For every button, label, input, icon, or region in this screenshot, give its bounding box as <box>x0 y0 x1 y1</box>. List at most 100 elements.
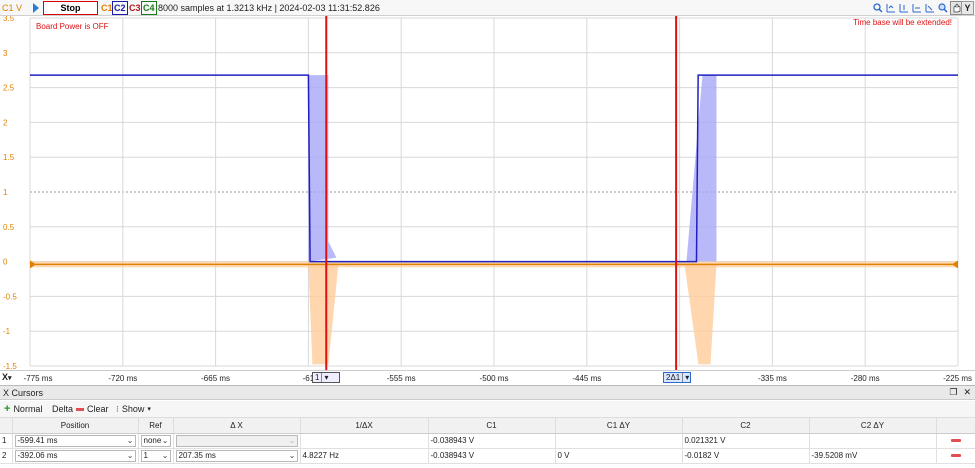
col-c1-dy[interactable]: C1 ΔY <box>555 418 683 434</box>
channel-axis-label[interactable]: C1 V <box>2 0 22 16</box>
chevron-down-icon: ⌄ <box>288 435 296 445</box>
col-c1[interactable]: C1 <box>428 418 556 434</box>
channel-c4-tab[interactable]: C4 <box>141 1 157 15</box>
col-position[interactable]: Position <box>12 418 139 434</box>
delta-label: Delta <box>52 404 74 414</box>
position-combo[interactable]: -392.06 ms ⌄ <box>14 449 136 462</box>
x-tick-label: -555 ms <box>387 374 416 383</box>
timebase-warning: Time base will be extended! <box>853 18 952 27</box>
col-ref[interactable]: Ref <box>138 418 174 434</box>
acquisition-info: 8000 samples at 1.3213 kHz | 2024-02-03 … <box>158 3 380 13</box>
x-tick-label: -225 ms <box>943 374 972 383</box>
c1-dy-value: 0 V <box>555 448 683 464</box>
x-tick-label: -720 ms <box>108 374 137 383</box>
y-tick-label: -1 <box>3 327 11 336</box>
ref-value: 1 <box>143 450 148 460</box>
c1-envelope <box>684 264 717 365</box>
show-menu-button[interactable]: ⁝ Show ▾ <box>116 401 151 418</box>
delta-x-value: 207.35 ms <box>178 450 216 460</box>
minus-icon <box>950 439 961 442</box>
row-index: 1 <box>0 433 13 449</box>
position-value: -599.41 ms <box>17 435 58 445</box>
y-cursors-toggle[interactable]: Y <box>961 1 974 15</box>
time-out-icon[interactable] <box>911 1 923 15</box>
remove-cursor-button[interactable] <box>936 448 975 464</box>
chevron-down-icon: ▾ <box>321 373 328 382</box>
c2-value: -0.0182 V <box>682 448 810 464</box>
minus-icon <box>950 454 961 457</box>
x-tick-label: -500 ms <box>480 374 509 383</box>
inv-delta-x-value: 4.8227 Hz <box>300 448 429 464</box>
plus-icon: + <box>4 403 11 415</box>
scope-plot[interactable]: 3.5 3 2.5 2 1.5 1 0.5 0 -0.5 -1 -1.5 Board Power i… <box>0 16 975 370</box>
col-index <box>0 418 13 434</box>
ref-combo[interactable]: none ⌄ <box>140 434 171 447</box>
grid <box>29 17 959 367</box>
row-index: 2 <box>0 448 13 464</box>
c1-envelope <box>308 264 339 365</box>
y-tick-label: 3.5 <box>3 16 15 23</box>
stop-button[interactable]: Stop <box>43 1 98 15</box>
view-tools <box>872 1 962 15</box>
cursor-2-label: 2Δ1 <box>666 373 681 382</box>
clear-cursors-button[interactable]: Clear <box>76 401 109 418</box>
x-cursors-panel-header: X Cursors ❐ ✕ <box>0 385 975 400</box>
x-tick-labels: -775 ms -720 ms -665 ms -61 -555 ms -500 ms -4… <box>24 374 972 383</box>
show-label: Show <box>121 404 145 414</box>
chevron-down-icon: ▾ <box>147 406 151 413</box>
y-tick-labels: 3.5 3 2.5 2 1.5 1 0.5 0 -0.5 -1 -1.5 <box>3 16 17 370</box>
y-tick-label: 0 <box>3 258 8 267</box>
c1-value: -0.038943 V <box>428 448 556 464</box>
zoom-fit-icon[interactable] <box>885 1 897 15</box>
run-arrow-icon[interactable] <box>31 2 41 14</box>
chevron-down-icon: ⌄ <box>126 450 134 460</box>
x-tick-label: -775 ms <box>24 374 53 383</box>
x-cursors-toolbar: + Normal Delta Clear ⁝ Show ▾ <box>0 401 975 418</box>
cursor-layer[interactable] <box>325 16 678 370</box>
x-tick-label: -445 ms <box>572 374 601 383</box>
delta-x-combo: ⌄ <box>175 434 298 447</box>
position-combo[interactable]: -599.41 ms ⌄ <box>14 434 136 447</box>
panel-window-controls: ❐ ✕ <box>949 387 971 398</box>
cursor-1-flag[interactable]: 1 ▾ <box>312 372 340 383</box>
normal-label: Normal <box>13 404 43 414</box>
chevron-down-icon: ▾ <box>682 373 689 382</box>
chevron-down-icon: ⌄ <box>161 450 169 460</box>
channel-c2-tab[interactable]: C2 <box>112 1 128 15</box>
col-c2[interactable]: C2 <box>682 418 810 434</box>
plot-area[interactable]: 3.5 3 2.5 2 1.5 1 0.5 0 -0.5 -1 -1.5 Board Power i… <box>0 16 975 370</box>
clear-label: Clear <box>87 404 109 414</box>
scope-toolbar: C1 V Stop C1 C2 C3 C4 8000 samples at 1.… <box>0 0 975 16</box>
remove-cursor-button[interactable] <box>936 433 975 449</box>
table-row: 2 -392.06 ms ⌄ 1 ⌄ 207.35 ms ⌄ 4.8227 Hz -0… <box>0 448 975 464</box>
minus-icon <box>76 408 84 411</box>
delta-x-combo[interactable]: 207.35 ms ⌄ <box>175 449 298 462</box>
y-tick-label: 1.5 <box>3 153 15 162</box>
magnifier-icon[interactable] <box>937 1 949 15</box>
zoom-search-icon[interactable] <box>872 1 884 15</box>
col-c2-dy[interactable]: C2 ΔY <box>809 418 937 434</box>
normal-cursor-button[interactable]: + Normal <box>4 401 42 418</box>
chevron-down-icon: ⌄ <box>288 450 296 460</box>
restore-icon[interactable]: ❐ <box>949 387 957 398</box>
y-tick-label: 2 <box>3 118 8 127</box>
col-inv-delta-x[interactable]: 1/ΔX <box>300 418 429 434</box>
y-tick-label: -1.5 <box>3 362 17 370</box>
delta-cursor-button[interactable]: Delta <box>52 401 73 418</box>
close-icon[interactable]: ✕ <box>963 387 971 398</box>
position-value: -392.06 ms <box>17 450 58 460</box>
cursor-table: Position Ref Δ X 1/ΔX C1 C1 ΔY C2 C2 ΔY … <box>0 418 975 464</box>
c1-dy-value <box>555 433 683 449</box>
x-tick-label: -280 ms <box>851 374 880 383</box>
col-delta-x[interactable]: Δ X <box>173 418 301 434</box>
time-fit-icon[interactable] <box>924 1 936 15</box>
board-power-status: Board Power is OFF <box>36 22 109 31</box>
y-tick-label: 3 <box>3 49 8 58</box>
c2-dy-value: -39.5208 mV <box>809 448 937 464</box>
x-tick-label: -665 ms <box>201 374 230 383</box>
ref-value: none <box>143 435 162 445</box>
cursor-2-flag[interactable]: 2Δ1 ▾ <box>663 372 691 383</box>
chevron-down-icon: ⌄ <box>161 435 169 445</box>
time-in-icon[interactable] <box>898 1 910 15</box>
ref-combo[interactable]: 1 ⌄ <box>140 449 171 462</box>
